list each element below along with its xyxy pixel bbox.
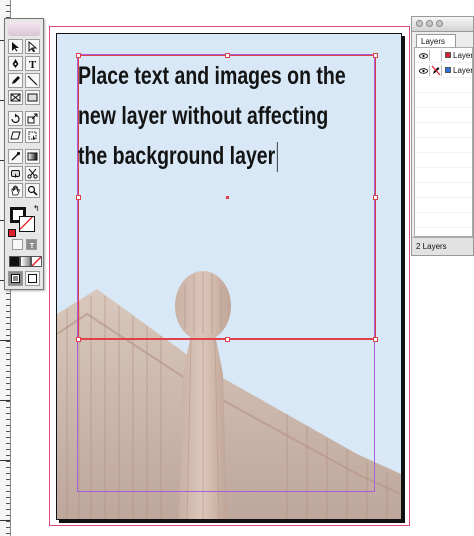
headline-line-2: new layer without affecting <box>78 102 329 130</box>
zoom-icon <box>27 185 38 196</box>
shear-icon <box>10 131 21 140</box>
hand-icon <box>11 185 21 196</box>
eyedropper-tool[interactable] <box>8 149 23 164</box>
headline-line-3-wrap: the background layer <box>78 136 310 176</box>
none-slash-icon <box>20 217 33 230</box>
free-transform-tool[interactable] <box>25 128 40 143</box>
visibility-eye-icon[interactable] <box>417 65 430 76</box>
formatting-text-button[interactable]: T <box>26 239 37 250</box>
svg-text:T: T <box>29 59 37 69</box>
headline-line-3: the background layer <box>78 142 276 170</box>
visibility-eye-icon[interactable] <box>417 50 430 61</box>
scale-tool[interactable] <box>25 111 40 126</box>
direct-selection-tool[interactable] <box>25 39 40 54</box>
frame-handle-bottom-center[interactable] <box>225 337 230 342</box>
frame-handle-top-right[interactable] <box>373 53 378 58</box>
frame-center-point <box>226 196 229 199</box>
formatting-container-button[interactable] <box>12 239 23 250</box>
line-tool[interactable] <box>25 73 40 88</box>
scissors-tool[interactable] <box>25 166 40 181</box>
hollow-arrow-icon <box>28 41 38 52</box>
line-icon <box>27 75 38 86</box>
locked-pencil-slash-icon <box>431 65 441 76</box>
minimize-panel-icon[interactable] <box>426 20 433 27</box>
zoom-tool[interactable] <box>25 183 40 198</box>
close-panel-icon[interactable] <box>416 20 423 27</box>
selection-tool[interactable] <box>8 39 23 54</box>
rectangle-frame-tool[interactable] <box>8 90 23 105</box>
headline-line-1: Place text and images on the <box>78 62 346 90</box>
default-colors-icon[interactable] <box>8 229 16 237</box>
normal-view-icon <box>11 274 20 283</box>
frame-handle-bottom-left[interactable] <box>76 337 81 342</box>
rectangle-tool[interactable] <box>25 90 40 105</box>
text-cursor <box>276 142 278 173</box>
stroke-swatch[interactable] <box>19 216 35 232</box>
pen-tool[interactable] <box>8 56 23 71</box>
pencil-icon <box>12 76 20 84</box>
preview-icon <box>28 274 37 283</box>
tools-panel: T ↰ T <box>4 18 44 290</box>
layers-panel-titlebar[interactable] <box>412 17 473 32</box>
layers-count-status: 2 Layers <box>412 237 473 255</box>
frame-handle-bottom-right[interactable] <box>373 337 378 342</box>
scale-icon <box>27 113 38 124</box>
layer-color-swatch <box>445 52 451 58</box>
rotate-tool[interactable] <box>8 111 23 126</box>
frame-icon <box>10 93 21 102</box>
layer-name: Layer 2 <box>453 51 472 60</box>
hand-tool[interactable] <box>8 183 23 198</box>
apply-color-button[interactable] <box>9 256 20 267</box>
swap-fill-stroke-icon[interactable]: ↰ <box>33 205 40 213</box>
rotate-icon <box>11 113 20 124</box>
layer-name: Layer 1 <box>453 66 472 75</box>
rectangle-icon <box>27 93 38 102</box>
apply-none-button[interactable] <box>31 256 42 267</box>
type-tool[interactable]: T <box>25 56 40 71</box>
frame-handle-middle-left[interactable] <box>76 195 81 200</box>
button-icon <box>11 170 20 179</box>
eyedropper-icon <box>11 151 21 161</box>
tab-layers[interactable]: Layers <box>416 34 456 47</box>
text-t-icon: T <box>29 241 34 249</box>
lock-toggle[interactable] <box>431 50 442 61</box>
transform-icon <box>28 131 37 141</box>
lock-toggle[interactable] <box>431 65 442 76</box>
none-icon <box>32 257 41 266</box>
headline-text[interactable]: Place text and images on the new layer w… <box>78 56 346 176</box>
arrow-icon <box>12 42 19 52</box>
type-icon: T <box>29 59 37 69</box>
zoom-panel-icon[interactable] <box>436 20 443 27</box>
frame-handle-middle-right[interactable] <box>373 195 378 200</box>
shear-tool[interactable] <box>8 128 23 143</box>
svg-text:T: T <box>29 241 34 249</box>
scissors-icon <box>27 168 38 179</box>
layer-row-layer-1[interactable]: Layer 1 <box>415 63 472 78</box>
button-tool[interactable] <box>8 166 23 181</box>
app-logo <box>8 22 40 36</box>
layer-color-swatch <box>445 67 451 73</box>
normal-view-button[interactable] <box>8 271 23 286</box>
gradient-tool[interactable] <box>25 149 40 164</box>
pen-icon <box>12 59 19 68</box>
gradient-icon <box>27 152 38 161</box>
layers-list: Layer 2 Layer 1 <box>414 47 473 237</box>
layers-panel: Layers Layer 2 Layer 1 2 Layers <box>411 16 474 256</box>
preview-button[interactable] <box>25 271 40 286</box>
apply-gradient-button[interactable] <box>20 256 31 267</box>
layer-row-layer-2[interactable]: Layer 2 <box>415 48 472 63</box>
pencil-tool[interactable] <box>8 73 23 88</box>
